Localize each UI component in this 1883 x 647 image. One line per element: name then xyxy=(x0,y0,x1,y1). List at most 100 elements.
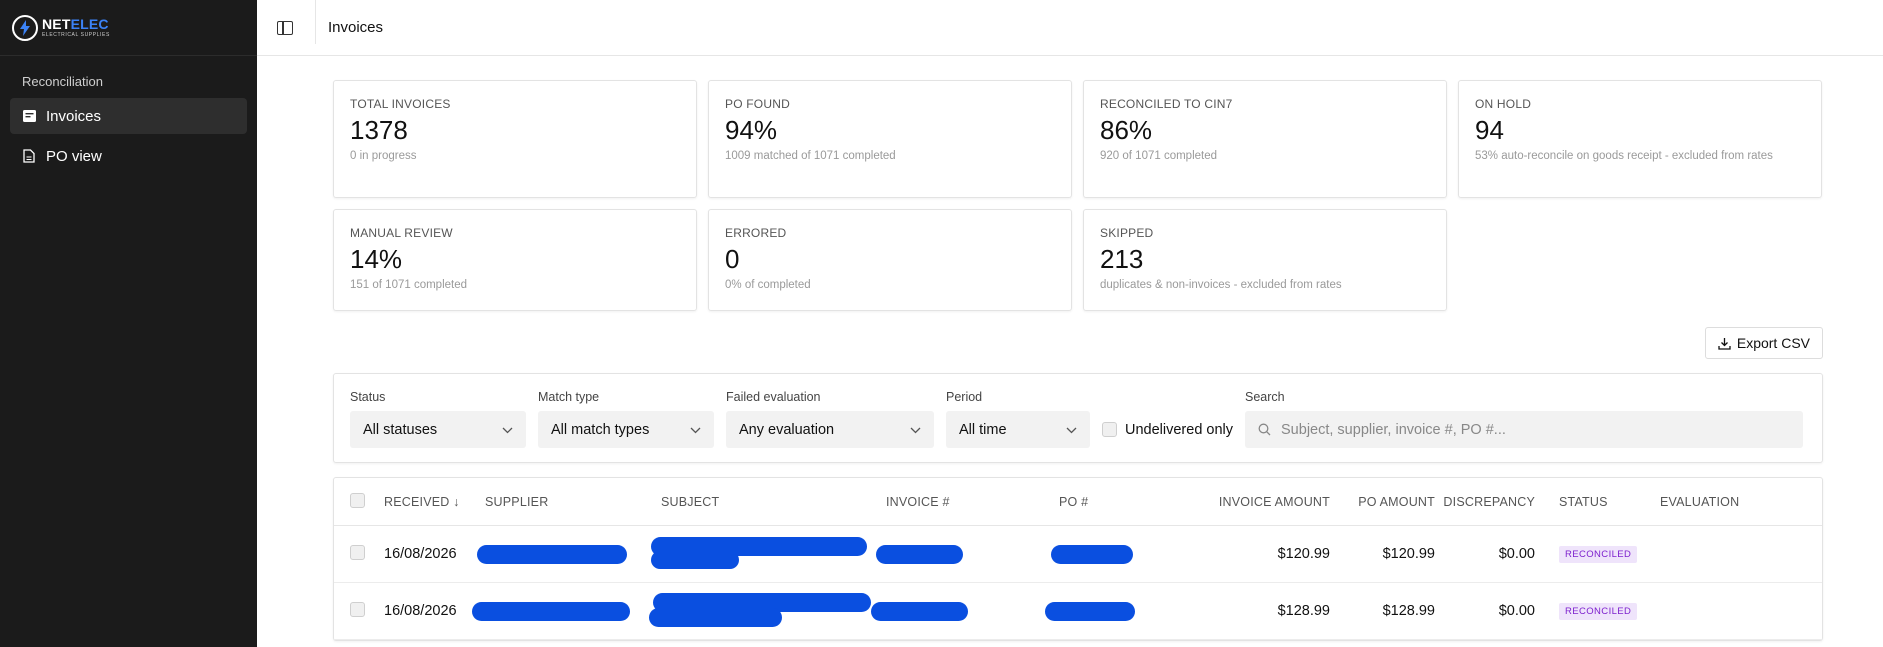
status-select[interactable]: All statuses xyxy=(350,411,526,448)
invoice-amount-cell: $128.99 xyxy=(1277,603,1330,619)
po-number-redacted xyxy=(1051,544,1179,564)
invoice-amount-cell: $120.99 xyxy=(1277,546,1330,562)
sidebar-item-invoices[interactable]: Invoices xyxy=(10,98,247,134)
topbar: Invoices xyxy=(257,0,1883,56)
stat-card-reconciled: RECONCILED TO CIN7 86% 920 of 1071 compl… xyxy=(1083,80,1447,198)
invoice-icon xyxy=(22,109,36,123)
stat-card-manual-review: MANUAL REVIEW 14% 151 of 1071 completed xyxy=(333,209,697,311)
sidebar-item-label: Invoices xyxy=(46,107,102,125)
period-select[interactable]: All time xyxy=(946,411,1090,448)
col-evaluation[interactable]: EVALUATION xyxy=(1660,495,1770,509)
status-cell: RECONCILED xyxy=(1535,602,1660,620)
stat-sub: 53% auto-reconcile on goods receipt - ex… xyxy=(1475,150,1773,162)
stat-value: 0 xyxy=(725,244,740,274)
undelivered-only-toggle[interactable]: Undelivered only xyxy=(1102,411,1233,448)
sidebar-item-label: PO view xyxy=(46,147,102,165)
col-po-amount[interactable]: PO AMOUNT xyxy=(1330,495,1435,509)
undelivered-only-label: Undelivered only xyxy=(1125,421,1234,438)
search-label: Search xyxy=(1245,390,1285,404)
po-amount-cell: $128.99 xyxy=(1382,603,1435,619)
stat-label: ON HOLD xyxy=(1475,97,1532,111)
received-cell: 16/08/2026 xyxy=(384,603,457,619)
filter-bar: Status All statuses Match type All match… xyxy=(333,373,1823,463)
col-status[interactable]: STATUS xyxy=(1535,495,1660,509)
status-select-value: All statuses xyxy=(363,421,438,438)
subject-redacted xyxy=(651,537,886,571)
stat-value: 94% xyxy=(725,115,778,145)
stat-value: 213 xyxy=(1100,244,1144,274)
nav-group: Reconciliation Invoices PO view xyxy=(0,56,257,174)
stat-card-errored: ERRORED 0 0% of completed xyxy=(708,209,1072,311)
table-row[interactable]: 16/08/2026 $128.99 $128.99 $0.00 RECONCI… xyxy=(334,583,1822,640)
col-subject[interactable]: SUBJECT xyxy=(661,495,886,509)
po-number-redacted xyxy=(1045,601,1179,621)
chevron-down-icon xyxy=(1066,422,1077,438)
col-invoice-amount[interactable]: INVOICE AMOUNT xyxy=(1179,495,1330,509)
status-filter-label: Status xyxy=(350,390,386,404)
col-invoice[interactable]: INVOICE # xyxy=(886,495,1059,509)
po-amount-cell: $120.99 xyxy=(1382,546,1435,562)
invoice-table: RECEIVED ↓ SUPPLIER SUBJECT INVOICE # PO… xyxy=(333,477,1823,641)
stats-grid: TOTAL INVOICES 1378 0 in progress PO FOU… xyxy=(333,80,1823,311)
match-type-select-value: All match types xyxy=(551,421,650,438)
supplier-redacted xyxy=(477,544,661,564)
select-all-cell xyxy=(334,492,384,511)
failed-evaluation-filter: Failed evaluation Any evaluation xyxy=(726,390,934,448)
status-badge: RECONCILED xyxy=(1559,546,1638,563)
stat-card-on-hold: ON HOLD 94 53% auto-reconcile on goods r… xyxy=(1458,80,1822,198)
stat-label: SKIPPED xyxy=(1100,226,1154,240)
stat-value: 1378 xyxy=(350,115,408,145)
status-badge: RECONCILED xyxy=(1559,603,1638,620)
search-input[interactable]: Subject, supplier, invoice #, PO #... xyxy=(1245,411,1804,448)
failed-evaluation-filter-label: Failed evaluation xyxy=(726,390,821,404)
stat-card-total-invoices: TOTAL INVOICES 1378 0 in progress xyxy=(333,80,697,198)
col-supplier[interactable]: SUPPLIER xyxy=(485,495,661,509)
failed-evaluation-select[interactable]: Any evaluation xyxy=(726,411,934,448)
invoice-number-redacted xyxy=(876,544,1059,564)
sidebar-toggle-icon[interactable] xyxy=(277,20,293,35)
undelivered-checkbox[interactable] xyxy=(1102,422,1117,437)
stat-label: ERRORED xyxy=(725,226,787,240)
divider xyxy=(315,0,316,44)
stat-label: MANUAL REVIEW xyxy=(350,226,453,240)
status-filter: Status All statuses xyxy=(350,390,526,448)
brand-tagline: ELECTRICAL SUPPLIES xyxy=(42,32,110,38)
nav-group-label: Reconciliation xyxy=(22,74,103,89)
period-select-value: All time xyxy=(959,421,1007,438)
match-type-filter: Match type All match types xyxy=(538,390,714,448)
stat-value: 86% xyxy=(1100,115,1153,145)
period-filter-label: Period xyxy=(946,390,983,404)
stat-sub: 920 of 1071 completed xyxy=(1100,150,1218,162)
match-type-select[interactable]: All match types xyxy=(538,411,714,448)
stat-value: 94 xyxy=(1475,115,1504,145)
search-icon xyxy=(1258,423,1271,436)
sidebar-item-po-view[interactable]: PO view xyxy=(10,138,247,174)
col-po[interactable]: PO # xyxy=(1059,495,1179,509)
stat-sub: 1009 matched of 1071 completed xyxy=(725,150,896,162)
stat-sub: 0% of completed xyxy=(725,279,811,291)
row-select-cell xyxy=(334,601,384,621)
period-filter: Period All time xyxy=(946,390,1090,448)
export-csv-label: Export CSV xyxy=(1736,335,1810,351)
stat-card-skipped: SKIPPED 213 duplicates & non-invoices - … xyxy=(1083,209,1447,311)
table-row[interactable]: 16/08/2026 $120.99 $120.99 $0.00 RECONCI… xyxy=(334,526,1822,583)
row-checkbox[interactable] xyxy=(350,544,365,560)
stat-card-po-found: PO FOUND 94% 1009 matched of 1071 comple… xyxy=(708,80,1072,198)
col-received[interactable]: RECEIVED ↓ xyxy=(384,495,485,509)
row-checkbox[interactable] xyxy=(350,601,365,617)
stat-label: RECONCILED TO CIN7 xyxy=(1100,97,1233,111)
chevron-down-icon xyxy=(690,422,701,438)
match-type-filter-label: Match type xyxy=(538,390,600,404)
main-area: Invoices TOTAL INVOICES 1378 0 in progre… xyxy=(257,0,1883,647)
invoice-number-redacted xyxy=(871,601,1059,621)
select-all-checkbox[interactable] xyxy=(350,492,365,508)
col-discrepancy[interactable]: DISCREPANCY xyxy=(1435,495,1535,509)
chevron-down-icon xyxy=(502,422,513,438)
export-csv-button[interactable]: Export CSV xyxy=(1704,327,1823,359)
status-cell: RECONCILED xyxy=(1535,545,1660,563)
discrepancy-cell: $0.00 xyxy=(1498,546,1535,562)
document-icon xyxy=(22,149,36,163)
brand-logo[interactable]: NETELEC ELECTRICAL SUPPLIES xyxy=(0,0,257,56)
row-select-cell xyxy=(334,544,384,564)
page-title: Invoices xyxy=(328,19,384,36)
